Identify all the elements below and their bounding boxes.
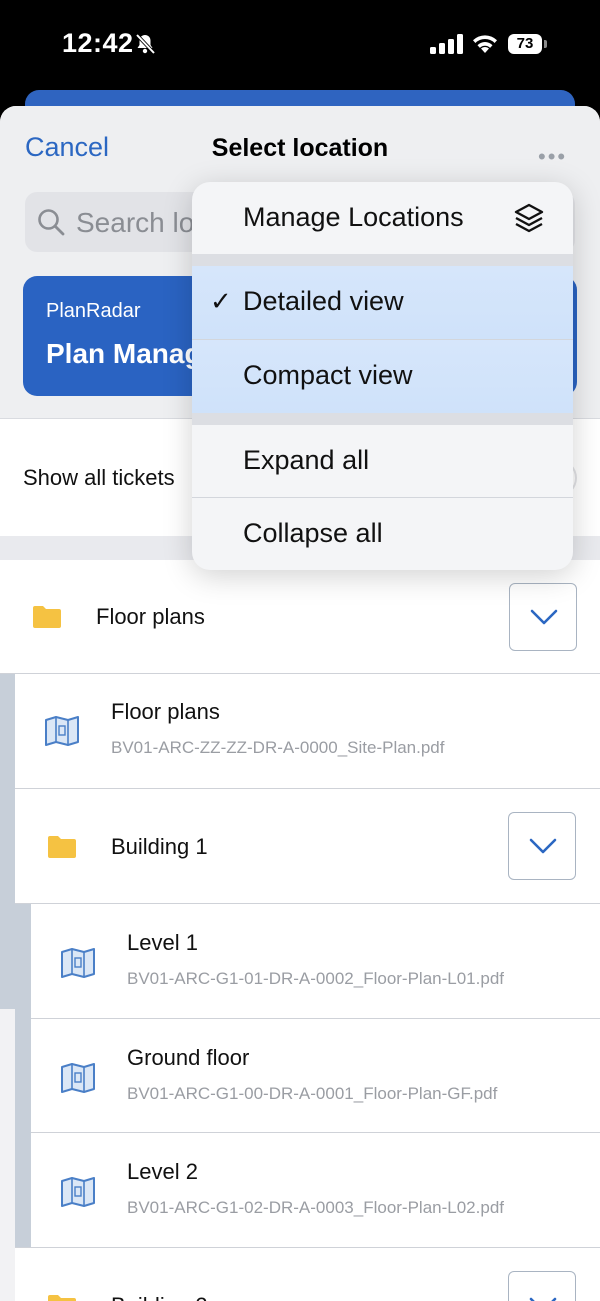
plan-file-name: BV01-ARC-G1-01-DR-A-0002_Floor-Plan-L01.… (127, 969, 504, 988)
menu-item-label: Detailed view (243, 286, 404, 316)
folder-icon (48, 1295, 76, 1301)
folder-row-building-1[interactable]: Building 1 (15, 789, 600, 904)
chevron-down-icon (529, 1297, 557, 1301)
battery-tip (544, 40, 547, 48)
menu-item-label: Expand all (243, 445, 370, 475)
plan-name: Floor plans (111, 699, 220, 724)
plan-row-site-plan[interactable]: Floor plans BV01-ARC-ZZ-ZZ-DR-A-0000_Sit… (15, 674, 600, 789)
battery-indicator: 73 (508, 34, 542, 54)
more-options-icon[interactable]: ••• (538, 144, 567, 170)
floor-plan-icon (61, 1063, 95, 1093)
chevron-down-icon (530, 609, 558, 625)
plan-name: Level 1 (127, 930, 198, 955)
menu-item-expand-all[interactable]: Expand all (192, 425, 573, 497)
tree-indent-rail (0, 674, 15, 1009)
project-company: PlanRadar (46, 300, 141, 322)
plan-name: Level 2 (127, 1159, 198, 1184)
search-icon (38, 209, 65, 236)
folder-name: Building 1 (111, 834, 208, 859)
layers-icon (514, 203, 544, 233)
plan-row-ground-floor[interactable]: Ground floor BV01-ARC-G1-00-DR-A-0001_Fl… (31, 1019, 600, 1133)
plan-name: Ground floor (127, 1045, 250, 1070)
floor-plan-icon (45, 716, 79, 746)
menu-separator (192, 254, 573, 266)
clock: 12:42 (62, 28, 134, 58)
plan-row-level-1[interactable]: Level 1 BV01-ARC-G1-01-DR-A-0002_Floor-P… (31, 904, 600, 1019)
menu-item-collapse-all[interactable]: Collapse all (192, 498, 573, 570)
folder-row-floor-plans[interactable]: Floor plans (0, 560, 600, 674)
options-menu: Manage Locations ✓ Detailed view Compact… (192, 182, 573, 570)
checkmark-icon: ✓ (210, 286, 232, 316)
plan-file-name: BV01-ARC-ZZ-ZZ-DR-A-0000_Site-Plan.pdf (111, 738, 445, 757)
plan-file-name: BV01-ARC-G1-02-DR-A-0003_Floor-Plan-L02.… (127, 1198, 504, 1217)
show-all-tickets-label: Show all tickets (23, 465, 175, 490)
floor-plan-icon (61, 948, 95, 978)
menu-item-label: Manage Locations (243, 202, 464, 232)
menu-item-compact-view[interactable]: Compact view (192, 340, 573, 413)
chevron-down-icon (529, 838, 557, 854)
floor-plan-icon (61, 1177, 95, 1207)
folder-icon (48, 836, 76, 858)
bell-off-icon (135, 33, 156, 55)
folder-name: Building 2 (111, 1293, 208, 1301)
tree-indent-rail (15, 904, 31, 1301)
expand-toggle-button[interactable] (508, 1271, 576, 1301)
menu-item-manage-locations[interactable]: Manage Locations (192, 182, 573, 254)
wifi-icon (473, 35, 497, 53)
cancel-button[interactable]: Cancel (25, 132, 109, 163)
cellular-signal-icon (430, 34, 463, 54)
folder-icon (33, 606, 61, 628)
status-bar: 12:42 73 (0, 0, 600, 90)
folder-row-building-2[interactable]: Building 2 (15, 1247, 600, 1301)
expand-toggle-button[interactable] (509, 583, 577, 651)
menu-separator (192, 413, 573, 425)
menu-item-label: Compact view (243, 360, 413, 390)
search-placeholder: Search lo (76, 207, 195, 238)
folder-name: Floor plans (96, 604, 205, 629)
menu-item-detailed-view[interactable]: ✓ Detailed view (192, 266, 573, 339)
plan-file-name: BV01-ARC-G1-00-DR-A-0001_Floor-Plan-GF.p… (127, 1084, 498, 1103)
expand-toggle-button[interactable] (508, 812, 576, 880)
project-name: Plan Manag (46, 338, 202, 369)
menu-item-label: Collapse all (243, 518, 383, 548)
